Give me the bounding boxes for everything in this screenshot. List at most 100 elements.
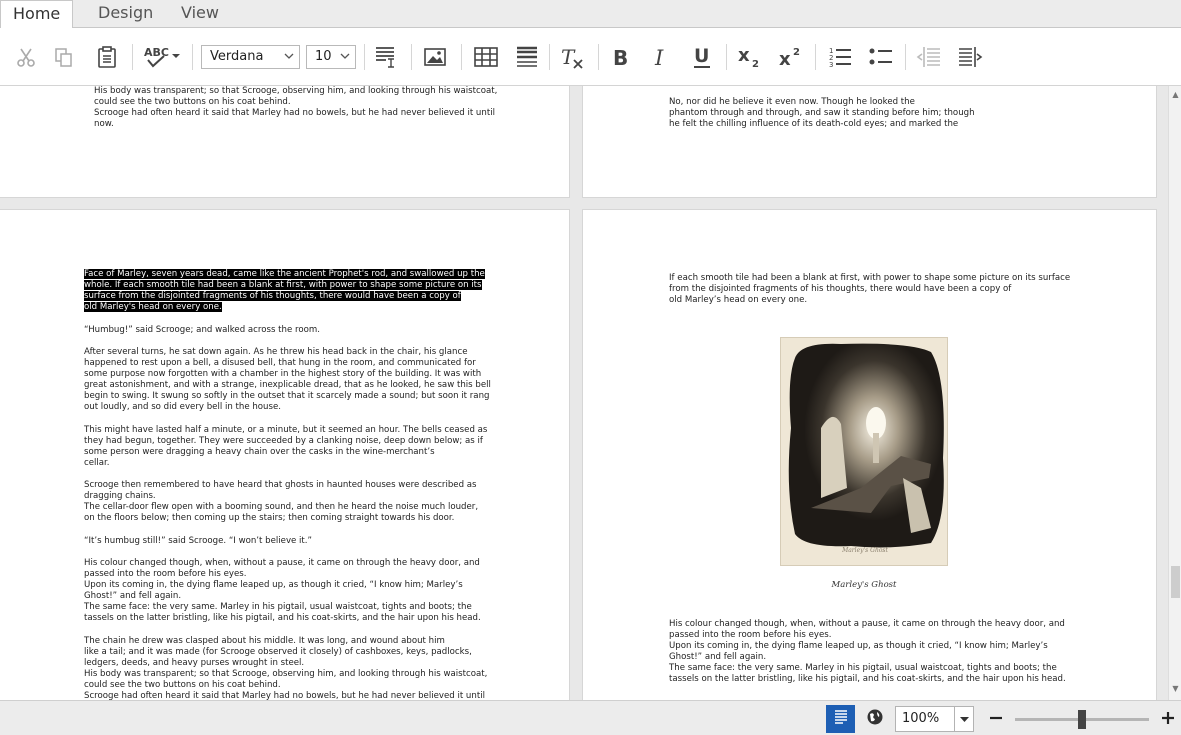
text-line: ledgers, deeds, and heavy purses wrought…	[84, 657, 305, 668]
zoom-dropdown-button[interactable]	[955, 706, 974, 732]
tab-home[interactable]: Home	[0, 0, 73, 29]
numbered-list-button[interactable]: 123	[825, 42, 855, 72]
selected-text[interactable]: old Marley's head on every one.	[84, 302, 222, 313]
scrollbar-thumb[interactable]	[1171, 566, 1180, 598]
increase-indent-button[interactable]	[955, 42, 985, 72]
chevron-down-icon	[340, 49, 350, 63]
insert-table-icon	[473, 46, 499, 68]
font-family-select[interactable]: Verdana	[201, 45, 300, 69]
selected-text[interactable]: surface from the disjointed fragments of…	[84, 291, 461, 302]
subscript-button[interactable]: x2	[735, 42, 765, 72]
paragraph: His colour changed though, when, without…	[84, 558, 554, 625]
paste-button[interactable]	[93, 42, 121, 72]
decrease-indent-button[interactable]	[914, 42, 944, 72]
page-text: If each smooth tile had been a blank at …	[669, 273, 1139, 306]
tab-view[interactable]: View	[169, 0, 231, 28]
italic-button[interactable]: I	[646, 42, 674, 72]
print-layout-button[interactable]	[826, 705, 855, 733]
bullet-list-icon	[868, 45, 894, 69]
clear-format-button[interactable]: T	[557, 42, 587, 72]
scroll-up-arrow-icon[interactable]: ▲	[1171, 90, 1180, 99]
text-line: dragging chains.	[84, 491, 156, 502]
underline-button[interactable]: U	[688, 42, 716, 72]
text-line: After several turns, he sat down again. …	[84, 346, 468, 357]
insert-image-icon	[423, 46, 447, 68]
text-line: now.	[94, 119, 114, 130]
bold-button[interactable]: B	[606, 42, 634, 72]
tab-design[interactable]: Design	[86, 0, 165, 28]
selected-text[interactable]: Face of Marley, seven years dead, came l…	[84, 269, 485, 279]
text-line: The same face: the very same. Marley in …	[84, 602, 472, 613]
toolbar-separator	[815, 44, 816, 70]
spellcheck-icon: ABC	[142, 44, 182, 70]
toolbar-separator	[192, 44, 193, 70]
text-line: could see the two buttons on his coat be…	[94, 97, 291, 108]
bullet-list-button[interactable]	[866, 42, 896, 72]
scroll-down-arrow-icon[interactable]: ▼	[1171, 684, 1180, 693]
svg-text:U: U	[694, 45, 709, 67]
text-line: Scrooge had often heard it said that Mar…	[94, 108, 495, 119]
vertical-scrollbar[interactable]: ▲ ▼	[1168, 86, 1181, 700]
text-line: some purpose now forgotten with a chambe…	[84, 369, 482, 380]
text-line: from the disjointed fragments of his tho…	[669, 284, 1012, 295]
page-text: His colour changed though, when, without…	[669, 619, 1139, 686]
web-layout-button[interactable]	[860, 705, 889, 733]
italic-icon: I	[650, 45, 670, 69]
paragraph-style-button[interactable]	[371, 42, 399, 72]
marleys-ghost-illustration[interactable]: Marley's Ghost	[780, 337, 948, 566]
superscript-button[interactable]: x2	[776, 42, 806, 72]
selected-paragraph[interactable]: Face of Marley, seven years dead, came l…	[84, 269, 554, 313]
text-line: Upon its coming in, the dying flame leap…	[84, 580, 463, 591]
copy-button[interactable]	[50, 42, 78, 72]
page-text: Face of Marley, seven years dead, came l…	[84, 269, 554, 700]
text-line: great astonishment, and with a strange, …	[84, 380, 491, 391]
text-line: Scrooge had often heard it said that Mar…	[84, 691, 485, 700]
paragraph-style-icon	[373, 44, 397, 70]
zoom-out-button[interactable]	[985, 705, 1007, 733]
text-line: on the floors below; then coming up the …	[84, 513, 455, 524]
insert-table-button[interactable]	[471, 42, 501, 72]
text-line: some person were dragging a heavy chain …	[84, 446, 435, 457]
cut-button[interactable]	[12, 42, 40, 72]
text-line: His body was transparent; so that Scroog…	[84, 669, 488, 680]
image-caption: Marley's Ghost	[831, 580, 897, 590]
svg-text:T: T	[561, 45, 576, 69]
text-line: he felt the chilling influence of its de…	[669, 119, 959, 130]
toolbar-separator	[549, 44, 550, 70]
text-line: they had begun, together. They were succ…	[84, 435, 483, 446]
clear-format-icon: T	[559, 44, 585, 70]
text-line: “Humbug!” said Scrooge; and walked acros…	[84, 324, 320, 335]
toolbar-separator	[905, 44, 906, 70]
svg-text:B: B	[613, 46, 628, 69]
paragraph: After several turns, he sat down again. …	[84, 347, 554, 414]
chevron-down-icon	[955, 716, 974, 735]
horizontal-rule-icon	[515, 45, 539, 69]
insert-image-button[interactable]	[421, 42, 449, 72]
numbered-list-icon: 123	[827, 45, 853, 69]
text-line: could see the two buttons on his coat be…	[84, 680, 281, 691]
text-line: passed into the room before his eyes.	[669, 630, 832, 641]
web-layout-icon	[866, 708, 884, 730]
horizontal-rule-button[interactable]	[512, 42, 542, 72]
page: Face of Marley, seven years dead, came l…	[0, 209, 570, 700]
paragraph: This might have lasted half a minute, or…	[84, 425, 554, 469]
font-size-select[interactable]: 10	[306, 45, 356, 69]
decrease-indent-icon	[916, 45, 942, 69]
spellcheck-button[interactable]: ABC	[141, 42, 183, 72]
zoom-level-input[interactable]: 100%	[895, 706, 955, 732]
zoom-slider-thumb[interactable]	[1078, 710, 1086, 729]
paste-icon	[96, 45, 118, 69]
document-canvas[interactable]: His body was transparent; so that Scroog…	[0, 86, 1168, 700]
text-line: “It’s humbug still!” said Scrooge. “I wo…	[84, 535, 312, 546]
underline-icon: U	[691, 44, 713, 70]
paragraph: The chain he drew was clasped about his …	[84, 636, 554, 700]
page: No, nor did he believe it even now. Thou…	[582, 86, 1157, 198]
text-line: Ghost!” and fell again.	[84, 591, 182, 602]
text-line: out loudly, and so did every bell in the…	[84, 402, 281, 413]
svg-text:2: 2	[793, 47, 800, 58]
toolbar-separator	[132, 44, 133, 70]
text-line: The same face: the very same. Marley in …	[669, 663, 1057, 674]
subscript-icon: x2	[736, 44, 764, 70]
zoom-in-button[interactable]	[1157, 705, 1179, 733]
selected-text[interactable]: whole. If each smooth tile had been a bl…	[84, 280, 482, 291]
